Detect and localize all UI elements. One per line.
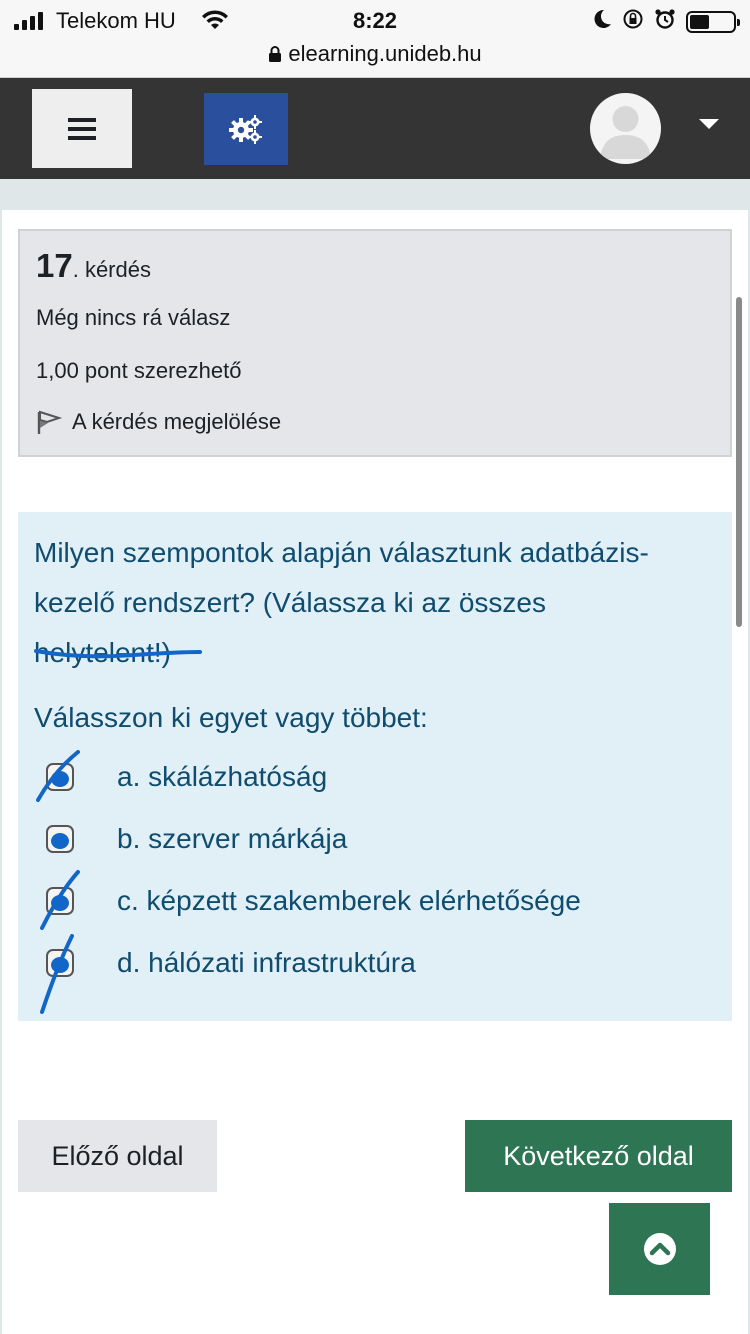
chevron-up-icon <box>643 1233 676 1265</box>
caret-down-icon[interactable] <box>699 119 719 129</box>
handwritten-strike-d <box>40 934 74 1014</box>
ink-mark <box>51 833 69 849</box>
answer-checkbox[interactable] <box>46 825 74 853</box>
alarm-icon <box>654 8 676 35</box>
handwritten-strike-c <box>40 870 80 930</box>
answer-option-a[interactable]: a. skálázhatóság <box>18 759 718 799</box>
answer-option-b[interactable]: b. szerver márkája <box>18 821 718 861</box>
answer-prompt: Válasszon ki egyet vagy többet: <box>34 702 428 733</box>
flag-label: A kérdés megjelölése <box>72 409 282 434</box>
answer-option-c[interactable]: c. képzett szakemberek elérhetősége <box>18 883 718 923</box>
status-bar: Telekom HU 8:22 elearning.unideb.hu <box>0 0 750 78</box>
answer-label: c. képzett szakemberek elérhetősége <box>117 885 581 916</box>
flag-icon <box>37 410 62 434</box>
question-state: Még nincs rá válasz <box>36 305 231 330</box>
next-page-button[interactable]: Következő oldal <box>465 1120 732 1192</box>
hamburger-icon <box>68 113 96 145</box>
answer-label: a. skálázhatóság <box>117 761 328 792</box>
gears-icon <box>229 115 262 144</box>
flag-question-link[interactable]: A kérdés megjelölése <box>36 409 281 435</box>
previous-page-button[interactable]: Előző oldal <box>18 1120 217 1192</box>
moon-icon <box>592 8 612 35</box>
avatar-icon <box>600 106 651 159</box>
question-number: 17. kérdés <box>36 247 151 284</box>
battery-icon <box>686 10 740 33</box>
top-navbar <box>0 78 750 179</box>
rotation-lock-icon <box>622 8 644 35</box>
answer-label: d. hálózati infrastruktúra <box>117 947 416 978</box>
back-to-top-button[interactable] <box>609 1203 710 1295</box>
blocks-drawer-button[interactable] <box>204 93 288 165</box>
question-info-box: 17. kérdés Még nincs rá válasz 1,00 pont… <box>18 229 732 457</box>
lock-icon <box>268 43 282 69</box>
answer-option-d[interactable]: d. hálózati infrastruktúra <box>18 945 718 985</box>
user-avatar[interactable] <box>590 93 661 164</box>
handwritten-strike-a <box>36 750 80 802</box>
nav-drawer-button[interactable] <box>32 89 132 168</box>
handwritten-underline <box>34 649 202 659</box>
scrollbar[interactable] <box>736 297 742 627</box>
address-bar-url[interactable]: elearning.unideb.hu <box>288 41 481 66</box>
question-grade: 1,00 pont szerezhető <box>36 358 242 383</box>
question-text-box: Milyen szempontok alapján választunk ada… <box>18 512 732 1021</box>
answer-label: b. szerver márkája <box>117 823 348 854</box>
